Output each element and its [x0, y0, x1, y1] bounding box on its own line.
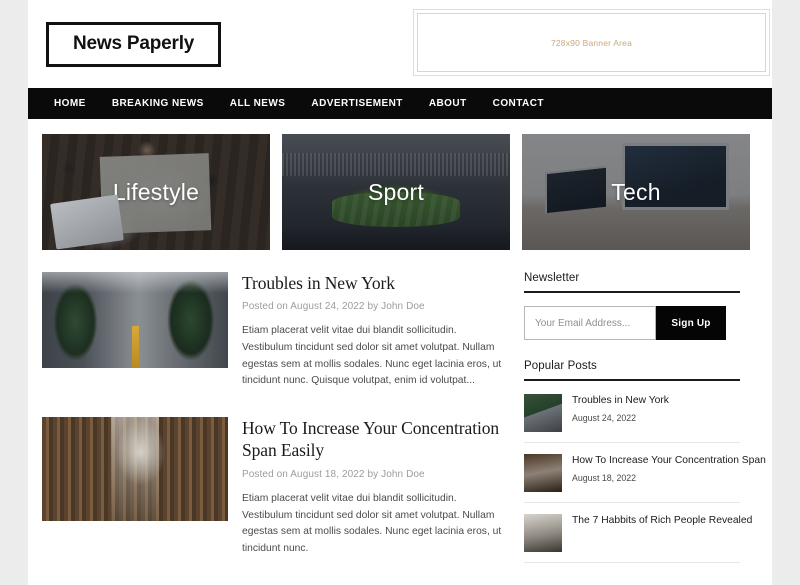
category-card-tech[interactable]: Tech	[522, 134, 750, 250]
popular-post-title: The 7 Habbits of Rich People Revealed	[572, 515, 753, 526]
banner-ad-placeholder[interactable]: 728x90 Banner Area	[413, 9, 770, 76]
popular-post-text: How To Increase Your Concentration Span …	[572, 454, 766, 483]
page-container: News Paperly 728x90 Banner Area HOME BRE…	[28, 0, 772, 585]
newsletter-heading: Newsletter	[524, 272, 740, 293]
popular-post-date: August 24, 2022	[572, 412, 637, 423]
newsletter-widget: Newsletter Sign Up	[524, 272, 740, 340]
article-item: Troubles in New York Posted on August 24…	[42, 272, 506, 390]
list-item[interactable]: How To Increase Your Concentration Span …	[524, 443, 766, 503]
popular-post-title: Troubles in New York	[572, 395, 669, 406]
popular-post-text: Troubles in New York August 24, 2022	[572, 394, 740, 423]
article-excerpt: Etiam placerat velit vitae dui blandit s…	[242, 492, 502, 554]
article-title[interactable]: How To Increase Your Concentration Span …	[242, 417, 506, 462]
email-field[interactable]	[524, 306, 656, 340]
popular-posts-heading: Popular Posts	[524, 360, 740, 381]
popular-post-title: How To Increase Your Concentration Span	[572, 455, 766, 466]
sidebar: Newsletter Sign Up Popular Posts Trouble…	[524, 272, 766, 585]
article-image-troubles-in-new-york[interactable]	[42, 272, 228, 368]
nav-item-about[interactable]: ABOUT	[416, 88, 480, 119]
popular-post-thumbnail	[524, 394, 562, 432]
list-item[interactable]: The 7 Habbits of Rich People Revealed	[524, 503, 752, 563]
site-header: News Paperly 728x90 Banner Area	[28, 0, 772, 88]
banner-ad-inner: 728x90 Banner Area	[417, 13, 766, 72]
main-column: Troubles in New York Posted on August 24…	[42, 272, 506, 585]
popular-posts-widget: Popular Posts Troubles in New York Augus…	[524, 360, 766, 563]
main-navigation: HOME BREAKING NEWS ALL NEWS ADVERTISEMEN…	[28, 88, 772, 119]
category-card-lifestyle[interactable]: Lifestyle	[42, 134, 270, 250]
site-logo[interactable]: News Paperly	[46, 21, 222, 67]
popular-post-date: August 18, 2022	[572, 472, 637, 483]
article-excerpt: Etiam placerat velit vitae dui blandit s…	[242, 325, 502, 387]
category-label-sport: Sport	[368, 178, 424, 205]
popular-post-thumbnail	[524, 514, 562, 552]
popular-post-text: The 7 Habbits of Rich People Revealed	[572, 514, 752, 533]
category-card-sport[interactable]: Sport	[282, 134, 510, 250]
site-logo-text: News Paperly	[73, 32, 195, 54]
newsletter-form: Sign Up	[524, 306, 740, 340]
popular-posts-list: Troubles in New York August 24, 2022 How…	[524, 383, 766, 563]
sign-up-button[interactable]: Sign Up	[656, 306, 726, 340]
article-image-how-to-increase-concentration[interactable]	[42, 417, 228, 522]
category-label-tech: Tech	[611, 178, 661, 205]
content-area: Troubles in New York Posted on August 24…	[28, 250, 772, 585]
nav-item-contact[interactable]: CONTACT	[480, 88, 557, 119]
category-cards: Lifestyle Sport Tech	[28, 119, 772, 250]
nav-item-home[interactable]: HOME	[41, 88, 99, 119]
nav-item-breaking-news[interactable]: BREAKING NEWS	[99, 88, 217, 119]
article-meta: Posted on August 24, 2022 by John Doe	[242, 301, 425, 313]
banner-ad-label: 728x90 Banner Area	[550, 37, 633, 48]
article-meta: Posted on August 18, 2022 by John Doe	[242, 468, 425, 480]
nav-item-advertisement[interactable]: ADVERTISEMENT	[298, 88, 415, 119]
article-body: How To Increase Your Concentration Span …	[242, 417, 506, 557]
popular-post-thumbnail	[524, 454, 562, 492]
article-body: Troubles in New York Posted on August 24…	[242, 272, 506, 390]
nav-item-all-news[interactable]: ALL NEWS	[217, 88, 299, 119]
article-title[interactable]: Troubles in New York	[242, 272, 506, 294]
article-item: How To Increase Your Concentration Span …	[42, 417, 506, 557]
list-item[interactable]: Troubles in New York August 24, 2022	[524, 383, 740, 443]
